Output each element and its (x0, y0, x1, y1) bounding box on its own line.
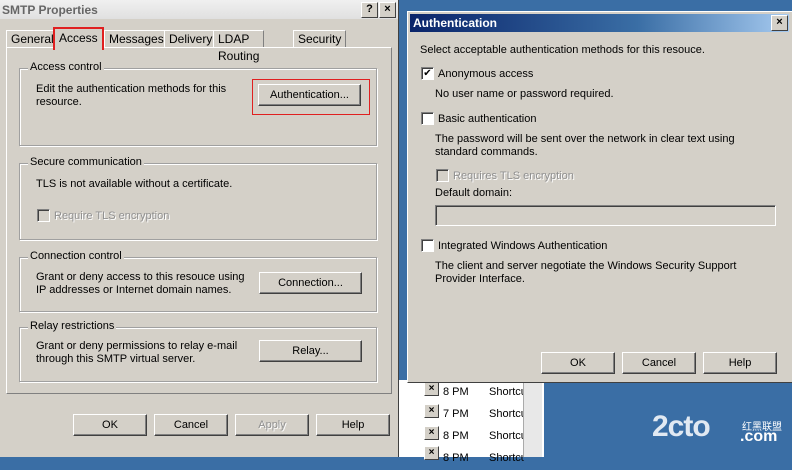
group-title: Secure communication (28, 156, 144, 168)
smtp-properties-window: SMTP Properties ? × General Access Messa… (0, 0, 399, 457)
access-tab-page: Access control Edit the authentication m… (6, 47, 392, 394)
relay-button[interactable]: Relay... (259, 340, 362, 362)
auth-ok-button[interactable]: OK (541, 352, 615, 374)
list-item-time: 8 PM (443, 452, 469, 464)
authentication-dialog: Authentication × Select acceptable authe… (407, 11, 792, 383)
group-title: Access control (28, 61, 104, 73)
integrated-windows-auth-checkbox[interactable] (421, 239, 434, 252)
close-icon[interactable]: × (424, 426, 439, 440)
close-icon[interactable]: × (379, 2, 396, 18)
help-icon[interactable]: ? (361, 2, 378, 18)
background-scrollbar[interactable] (523, 380, 542, 457)
requires-tls-checkbox[interactable] (436, 169, 449, 182)
basic-authentication-label: Basic authentication (438, 113, 537, 125)
list-item-name: Shortcu (489, 408, 524, 420)
tab-ldap-routing[interactable]: LDAP Routing (213, 30, 265, 63)
tab-security[interactable]: Security (293, 30, 347, 48)
window-title: SMTP Properties (2, 3, 98, 17)
tab-messages[interactable]: Messages (104, 30, 169, 48)
auth-cancel-button[interactable]: Cancel (622, 352, 696, 374)
group-title: Relay restrictions (28, 320, 117, 332)
list-item[interactable]: 8 PM Shortcu (399, 426, 524, 448)
auth-title-bar: Authentication × (410, 14, 789, 32)
close-icon[interactable]: × (424, 382, 439, 396)
auth-intro-text: Select acceptable authentication methods… (420, 44, 705, 56)
list-item[interactable]: 8 PM Shortcu (399, 382, 524, 404)
watermark-logo: 2cto (652, 410, 711, 443)
check-icon: ✔ (423, 68, 432, 79)
secure-communication-group: Secure communication TLS is not availabl… (19, 156, 377, 240)
require-tls-checkbox[interactable] (37, 209, 50, 222)
list-item-time: 8 PM (443, 386, 469, 398)
list-item-name: Shortcu (489, 430, 524, 442)
close-icon[interactable]: × (424, 404, 439, 418)
connection-control-description: Grant or deny access to this resouce usi… (36, 271, 245, 296)
anonymous-access-checkbox[interactable]: ✔ (421, 67, 434, 80)
access-control-description: Edit the authentication methods for this… (36, 83, 227, 108)
relay-restrictions-group: Relay restrictions Grant or deny permiss… (19, 320, 377, 382)
relay-restrictions-description: Grant or deny permissions to relay e-mai… (36, 340, 238, 365)
basic-authentication-description: The password will be sent over the netwo… (435, 133, 735, 158)
close-icon[interactable]: × (424, 446, 439, 460)
apply-button[interactable]: Apply (235, 414, 309, 436)
default-domain-input[interactable] (435, 205, 776, 226)
cancel-button[interactable]: Cancel (154, 414, 228, 436)
tab-delivery[interactable]: Delivery (164, 30, 218, 48)
anonymous-access-label: Anonymous access (438, 68, 534, 80)
integrated-windows-auth-description: The client and server negotiate the Wind… (435, 260, 737, 285)
authentication-button[interactable]: Authentication... (258, 84, 361, 106)
list-item-name: Shortcu (489, 452, 524, 464)
dialog-title: Authentication (413, 16, 497, 30)
requires-tls-label: Requires TLS encryption (453, 170, 574, 182)
list-item-name: Shortcu (489, 386, 524, 398)
smtp-title-bar: SMTP Properties ? × (0, 0, 398, 19)
connection-control-group: Connection control Grant or deny access … (19, 250, 377, 312)
integrated-windows-auth-label: Integrated Windows Authentication (438, 240, 608, 252)
connection-button[interactable]: Connection... (259, 272, 362, 294)
anonymous-access-description: No user name or password required. (435, 88, 614, 100)
require-tls-label: Require TLS encryption (54, 210, 170, 222)
close-icon[interactable]: × (771, 15, 788, 31)
secure-communication-description: TLS is not available without a certifica… (36, 178, 233, 190)
list-item[interactable]: 7 PM Shortcu (399, 404, 524, 426)
tab-access[interactable]: Access (53, 27, 104, 50)
list-item[interactable]: 8 PM Shortcu (399, 448, 524, 470)
auth-help-button[interactable]: Help (703, 352, 777, 374)
ok-button[interactable]: OK (73, 414, 147, 436)
list-item-time: 7 PM (443, 408, 469, 420)
default-domain-label: Default domain: (435, 187, 513, 199)
basic-authentication-checkbox[interactable] (421, 112, 434, 125)
group-title: Connection control (28, 250, 124, 262)
help-button[interactable]: Help (316, 414, 390, 436)
watermark-line2: .com (740, 428, 778, 445)
access-control-group: Access control Edit the authentication m… (19, 61, 377, 146)
tab-general[interactable]: General (6, 30, 59, 48)
list-item-time: 8 PM (443, 430, 469, 442)
